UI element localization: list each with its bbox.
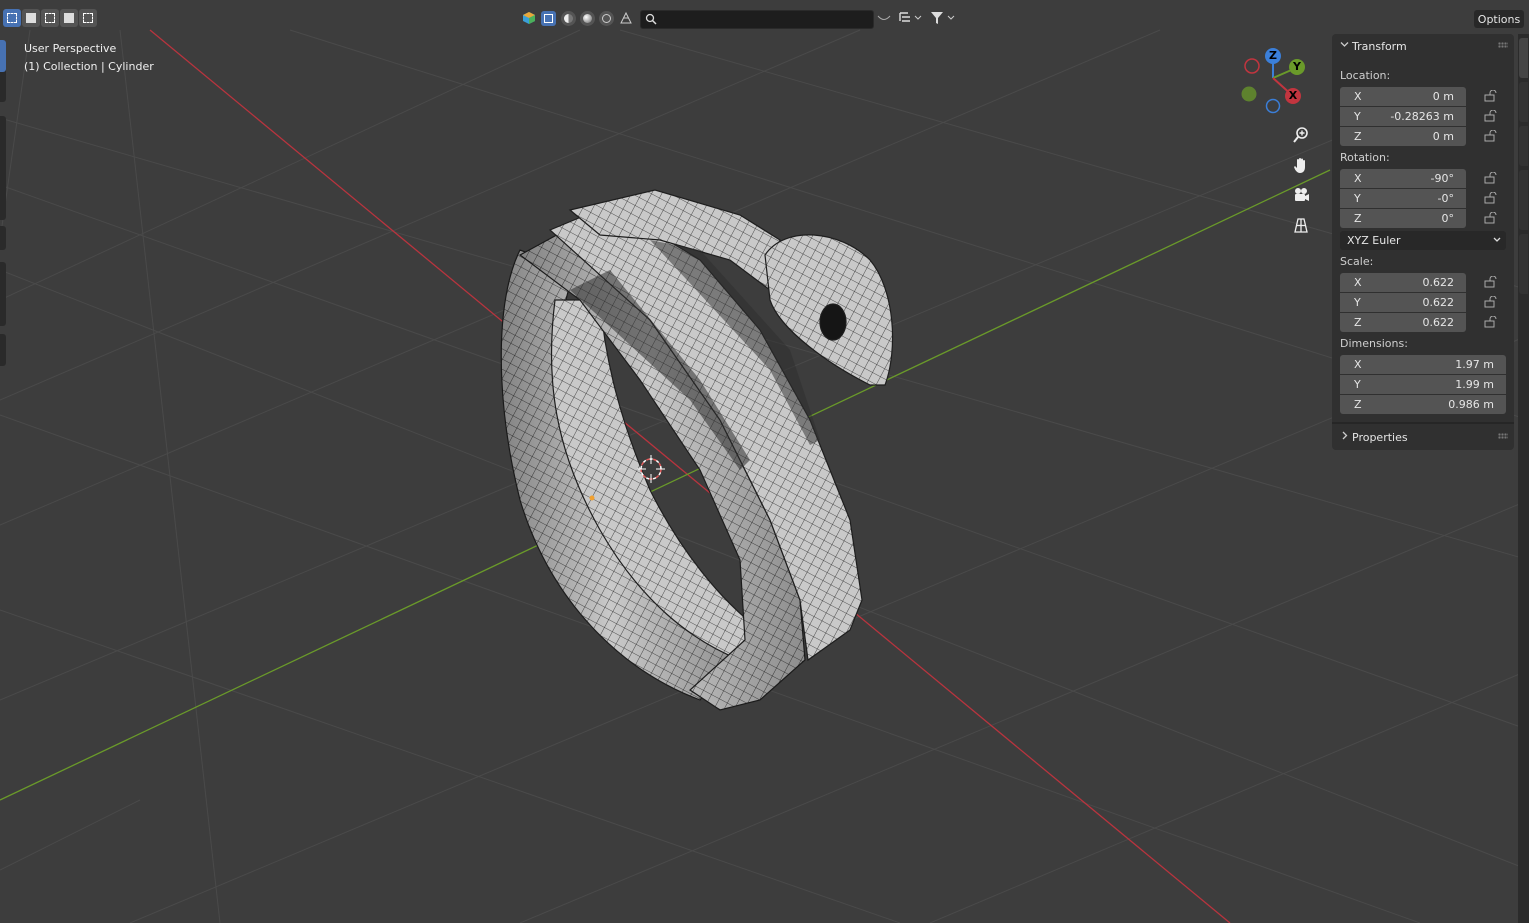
outliner-display-icon[interactable] bbox=[897, 9, 923, 27]
sidebar-n-panel: Transform Location: X0 m Y -0.28263 m Z0 … bbox=[1332, 34, 1514, 450]
viewport-info: User Perspective (1) Collection | Cylind… bbox=[24, 40, 154, 76]
transform-title: Transform bbox=[1352, 39, 1407, 53]
perspective-label: User Perspective bbox=[24, 42, 117, 55]
select-extend-icon[interactable] bbox=[22, 9, 40, 27]
navigation-gizmo[interactable]: Z Y X bbox=[1236, 44, 1308, 116]
lock-icon[interactable] bbox=[1484, 212, 1498, 224]
scale-x-field[interactable]: X 0.622 bbox=[1340, 273, 1466, 292]
search-icon bbox=[645, 13, 657, 25]
viewport-header: Options bbox=[0, 0, 1529, 36]
gizmo-toggle-icon[interactable] bbox=[520, 9, 538, 27]
rotation-mode-select[interactable]: XYZ Euler bbox=[1340, 231, 1506, 250]
pan-hand-icon[interactable] bbox=[1288, 152, 1314, 178]
filter-icon[interactable] bbox=[928, 9, 958, 27]
dimensions-z-field[interactable]: Z 0.986 m bbox=[1340, 395, 1506, 414]
location-x-field[interactable]: X0 m bbox=[1340, 87, 1466, 106]
toolbar-edge[interactable] bbox=[0, 262, 6, 326]
properties-title: Properties bbox=[1352, 430, 1408, 444]
lock-icon[interactable] bbox=[1484, 316, 1498, 328]
search-input[interactable] bbox=[640, 10, 874, 29]
solid-shading-icon[interactable] bbox=[561, 11, 576, 26]
gizmo-x-label: X bbox=[1288, 89, 1298, 102]
lock-icon[interactable] bbox=[1484, 172, 1498, 184]
scale-label: Scale: bbox=[1340, 255, 1374, 268]
rendered-shading-icon[interactable] bbox=[599, 11, 614, 26]
zoom-icon[interactable] bbox=[1288, 122, 1314, 148]
chevron-right-icon bbox=[1340, 431, 1352, 443]
lock-icon[interactable] bbox=[1484, 192, 1498, 204]
location-label: Location: bbox=[1340, 69, 1391, 82]
location-y-field[interactable]: Y -0.28263 m bbox=[1340, 107, 1466, 126]
sidebar-tab-animate[interactable] bbox=[1519, 234, 1528, 294]
drag-handle-icon[interactable] bbox=[1498, 42, 1508, 48]
origin-point bbox=[589, 495, 595, 501]
toolbar-edge[interactable] bbox=[0, 116, 6, 220]
gizmo-y-label: Y bbox=[1293, 60, 1301, 73]
sidebar-tab-tool[interactable] bbox=[1519, 82, 1528, 122]
overlay-grid-icon[interactable] bbox=[617, 9, 635, 27]
lock-icon[interactable] bbox=[1484, 110, 1498, 122]
collection-label: (1) Collection | Cylinder bbox=[24, 60, 154, 73]
toolbar-edge[interactable] bbox=[0, 334, 6, 366]
chevron-down-icon bbox=[1493, 237, 1501, 242]
toolbar-edge[interactable] bbox=[0, 226, 6, 250]
sidebar-tab-item[interactable] bbox=[1519, 38, 1528, 78]
sidebar-tab-strip bbox=[1518, 34, 1529, 923]
scale-y-field[interactable]: Y 0.622 bbox=[1340, 293, 1466, 312]
perspective-toggle-icon[interactable] bbox=[1288, 212, 1314, 238]
toolbar-active-tool[interactable] bbox=[0, 40, 6, 72]
properties-panel-header[interactable]: Properties bbox=[1332, 426, 1514, 448]
rotation-z-field[interactable]: Z 0° bbox=[1340, 209, 1466, 228]
material-preview-icon[interactable] bbox=[580, 11, 595, 26]
gizmo-z-label: Z bbox=[1269, 49, 1277, 62]
select-difference-icon[interactable] bbox=[60, 9, 78, 27]
select-new-icon[interactable] bbox=[3, 9, 21, 27]
scale-z-field[interactable]: Z 0.622 bbox=[1340, 313, 1466, 332]
dimensions-x-field[interactable]: X 1.97 m bbox=[1340, 355, 1506, 374]
rotation-x-field[interactable]: X -90° bbox=[1340, 169, 1466, 188]
select-subtract-icon[interactable] bbox=[41, 9, 59, 27]
lock-icon[interactable] bbox=[1484, 130, 1498, 142]
lock-icon[interactable] bbox=[1484, 296, 1498, 308]
dimensions-label: Dimensions: bbox=[1340, 337, 1408, 350]
wireframe-shading-icon[interactable] bbox=[541, 11, 556, 26]
rotation-label: Rotation: bbox=[1340, 151, 1390, 164]
drag-handle-icon[interactable] bbox=[1498, 433, 1508, 439]
camera-view-icon[interactable] bbox=[1288, 182, 1314, 208]
dimensions-y-field[interactable]: Y 1.99 m bbox=[1340, 375, 1506, 394]
panel-divider bbox=[1332, 422, 1514, 424]
options-button[interactable]: Options bbox=[1474, 10, 1524, 28]
neg-z-handle bbox=[1265, 98, 1281, 114]
lock-icon[interactable] bbox=[1484, 90, 1498, 102]
x-axis-line bbox=[149, 29, 1231, 923]
location-z-field[interactable]: Z0 m bbox=[1340, 127, 1466, 146]
filter-visibility-icon[interactable] bbox=[875, 9, 893, 27]
sidebar-tab-view[interactable] bbox=[1519, 126, 1528, 166]
chevron-down-icon bbox=[1340, 40, 1352, 52]
select-intersect-icon[interactable] bbox=[79, 9, 97, 27]
neg-y-handle bbox=[1241, 86, 1257, 102]
rotation-mode-value: XYZ Euler bbox=[1347, 234, 1401, 247]
lock-icon[interactable] bbox=[1484, 276, 1498, 288]
transform-panel-header[interactable]: Transform bbox=[1332, 35, 1514, 57]
sidebar-tab-addon[interactable] bbox=[1519, 170, 1528, 230]
neg-x-handle bbox=[1244, 58, 1260, 74]
snake-ring-mesh bbox=[500, 189, 894, 711]
rotation-y-field[interactable]: Y -0° bbox=[1340, 189, 1466, 208]
